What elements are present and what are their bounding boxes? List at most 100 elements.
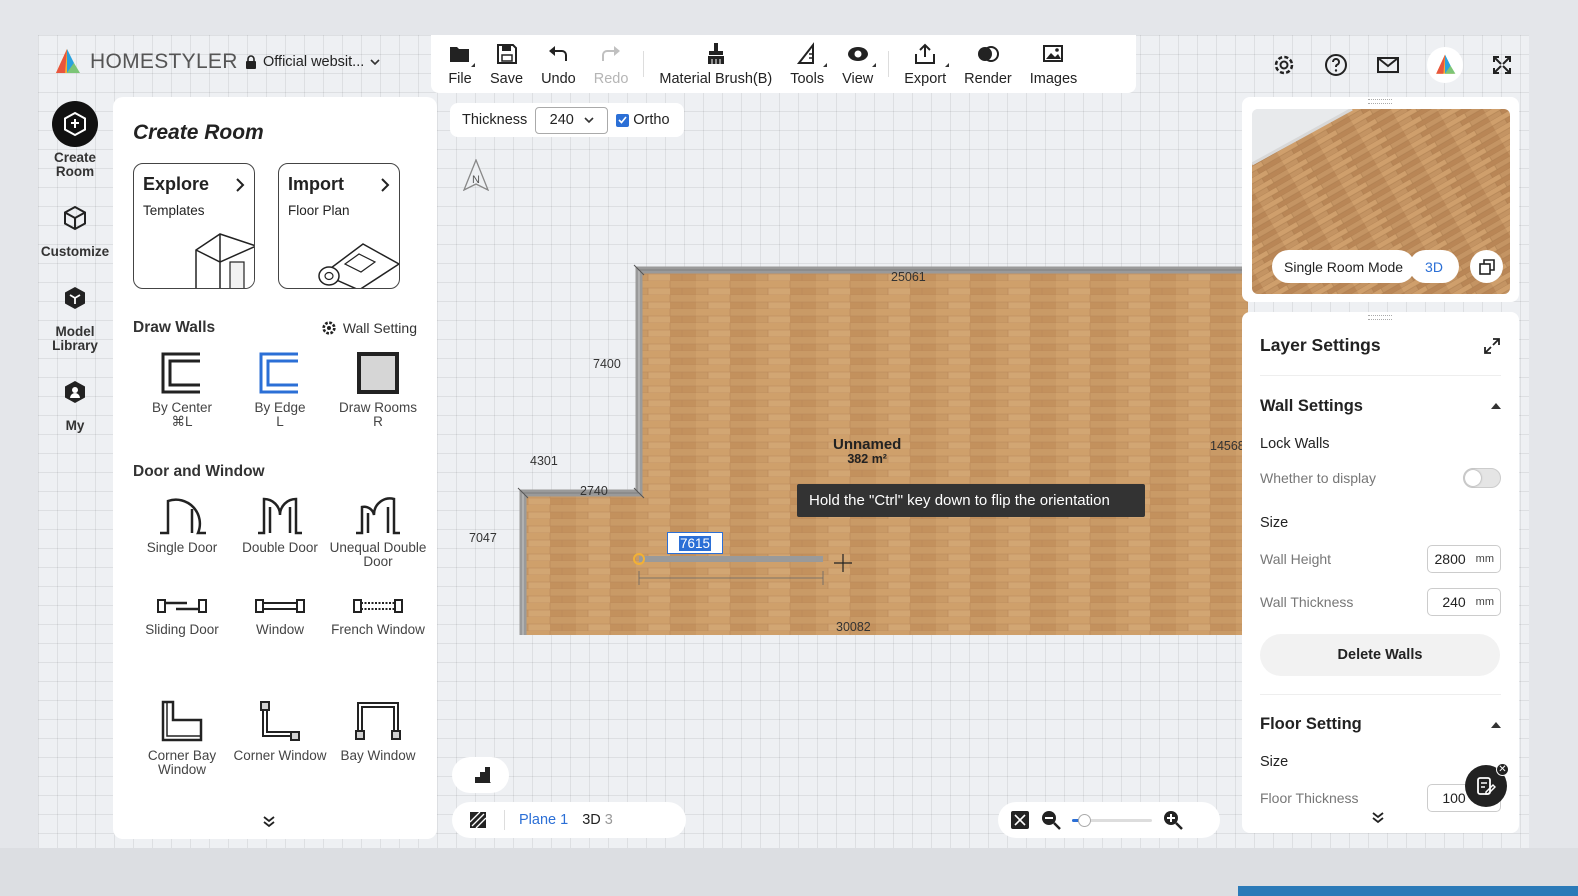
corner-window-icon: [260, 701, 300, 741]
collapse-triangle-icon: [1491, 721, 1501, 728]
redo-button[interactable]: Redo: [585, 35, 638, 93]
chevron-down-icon: [584, 116, 594, 123]
view-button[interactable]: View: [833, 35, 882, 93]
close-feedback-icon[interactable]: ✕: [1496, 763, 1509, 776]
tool-label: Sliding Door: [145, 622, 219, 637]
images-label: Images: [1029, 70, 1078, 87]
draw-walls-tools: By Center ⌘L By Edge L Draw Rooms R: [133, 351, 417, 429]
tool-label: Single Door: [146, 540, 218, 555]
save-button[interactable]: Save: [481, 35, 532, 93]
export-button[interactable]: Export: [895, 35, 955, 93]
rail-model-library[interactable]: Model Library: [38, 275, 112, 353]
header-actions: [1271, 47, 1515, 83]
draw-room-icon: [357, 352, 399, 394]
render-button[interactable]: Render: [955, 35, 1021, 93]
import-floor-plan-card[interactable]: Import Floor Plan: [278, 163, 400, 289]
hatch-layer-icon[interactable]: [468, 810, 490, 830]
layers-drag-handle[interactable]: [1368, 315, 1392, 320]
french-window-tool[interactable]: French Window: [329, 597, 427, 699]
ortho-checkbox[interactable]: [616, 113, 630, 127]
view-3d-selector[interactable]: 3D 3: [582, 812, 613, 828]
unequal-double-door-tool[interactable]: Unequal Double Door: [329, 495, 427, 597]
wall-length-input[interactable]: 7615: [667, 532, 723, 554]
left-rail: Create Room Customize Model Library My: [38, 101, 112, 449]
material-brush-button[interactable]: Material Brush(B): [650, 35, 781, 93]
single-room-mode-button[interactable]: Single Room Mode: [1272, 250, 1416, 283]
undo-button[interactable]: Undo: [532, 35, 585, 93]
dim-notch-side: 2740: [580, 484, 608, 498]
lock-walls-toggle[interactable]: [1463, 468, 1501, 488]
wall-height-input[interactable]: 2800 mm: [1427, 545, 1501, 573]
corner-bay-window-icon: [161, 700, 203, 742]
delete-walls-button[interactable]: Delete Walls: [1260, 634, 1500, 676]
user-avatar[interactable]: [1427, 47, 1463, 83]
rail-my[interactable]: My: [38, 369, 112, 433]
floor-thickness-label: Floor Thickness: [1260, 790, 1359, 806]
fit-view-icon[interactable]: [1010, 810, 1030, 830]
bay-window-tool[interactable]: Bay Window: [329, 699, 427, 801]
images-button[interactable]: Images: [1021, 35, 1087, 93]
draw-rooms-tool[interactable]: Draw Rooms R: [329, 351, 427, 429]
fullscreen-button[interactable]: [1489, 52, 1515, 78]
dim-bottom: 30082: [836, 620, 871, 634]
wall-setting-button[interactable]: Wall Setting: [321, 320, 417, 336]
ortho-label: Ortho: [633, 112, 670, 128]
rail-customize[interactable]: Customize: [38, 195, 112, 259]
feedback-edit-icon: [1477, 777, 1496, 795]
wall-thickness-input[interactable]: 240 mm: [1427, 588, 1501, 616]
zoom-out-icon[interactable]: [1040, 809, 1062, 831]
zoom-slider-thumb[interactable]: [1078, 813, 1091, 827]
ruler-icon: [797, 41, 815, 64]
expand-panel-icon[interactable]: [1483, 337, 1501, 355]
explore-templates-card[interactable]: Explore Templates: [133, 163, 255, 289]
wall-length-value: 7615: [678, 535, 712, 551]
settings-button[interactable]: [1271, 52, 1297, 78]
thickness-value: 240: [549, 112, 574, 128]
brush-icon: [707, 42, 724, 64]
thickness-select[interactable]: 240: [535, 106, 609, 134]
double-chevron-down-icon[interactable]: [1372, 812, 1384, 824]
project-name-dropdown[interactable]: Official websit...: [245, 54, 380, 70]
sliding-door-tool[interactable]: Sliding Door: [133, 597, 231, 699]
plane-divider: [504, 810, 505, 830]
preview-drag-handle[interactable]: [1368, 99, 1392, 104]
feedback-button[interactable]: ✕: [1465, 763, 1509, 807]
file-button[interactable]: File: [439, 35, 481, 93]
show-more-button[interactable]: [263, 815, 275, 833]
single-door-tool[interactable]: Single Door: [133, 495, 231, 597]
messages-button[interactable]: [1375, 52, 1401, 78]
tools-label: Tools: [790, 70, 825, 87]
desktop-bottom-strip: [0, 848, 1578, 896]
thickness-label: Thickness: [462, 112, 528, 128]
window-tool[interactable]: Window: [231, 597, 329, 699]
preview-3d-button[interactable]: 3D: [1409, 250, 1459, 283]
gear-icon: [1274, 55, 1294, 75]
double-door-tool[interactable]: Double Door: [231, 495, 329, 597]
tool-label: Bay Window: [340, 748, 416, 763]
compass[interactable]: N: [462, 158, 490, 196]
help-button[interactable]: [1323, 52, 1349, 78]
corner-bay-window-tool[interactable]: Corner Bay Window: [133, 699, 231, 801]
zoom-in-icon[interactable]: [1162, 809, 1184, 831]
draw-by-edge-tool[interactable]: By Edge L: [231, 351, 329, 429]
floor-setting-section[interactable]: Floor Setting: [1260, 694, 1501, 754]
plane-selector[interactable]: Plane 1: [519, 812, 568, 828]
zoom-slider[interactable]: [1072, 813, 1152, 827]
rail-create-room[interactable]: Create Room: [38, 101, 112, 179]
room-label[interactable]: Unnamed 382 m²: [833, 437, 901, 467]
corner-window-tool[interactable]: Corner Window: [231, 699, 329, 801]
door-window-tools: Single Door Double Door Unequal Double D…: [133, 495, 426, 801]
undo-icon: [549, 45, 568, 61]
chevron-right-icon: [381, 177, 390, 192]
detach-preview-button[interactable]: [1470, 250, 1503, 283]
wall-settings-section[interactable]: Wall Settings: [1260, 376, 1501, 436]
collapse-triangle-icon: [1491, 403, 1501, 409]
tools-button[interactable]: Tools: [781, 35, 833, 93]
unit-label: mm: [1475, 553, 1494, 565]
tool-label: Corner Bay Window: [147, 748, 217, 777]
room-corner-illustration: [195, 233, 254, 288]
draw-by-center-tool[interactable]: By Center ⌘L: [133, 351, 231, 429]
floor-layer-button[interactable]: [452, 757, 509, 793]
tool-shortcut: ⌘L: [171, 414, 193, 429]
homestyler-logo[interactable]: HOMESTYLER: [52, 47, 238, 77]
